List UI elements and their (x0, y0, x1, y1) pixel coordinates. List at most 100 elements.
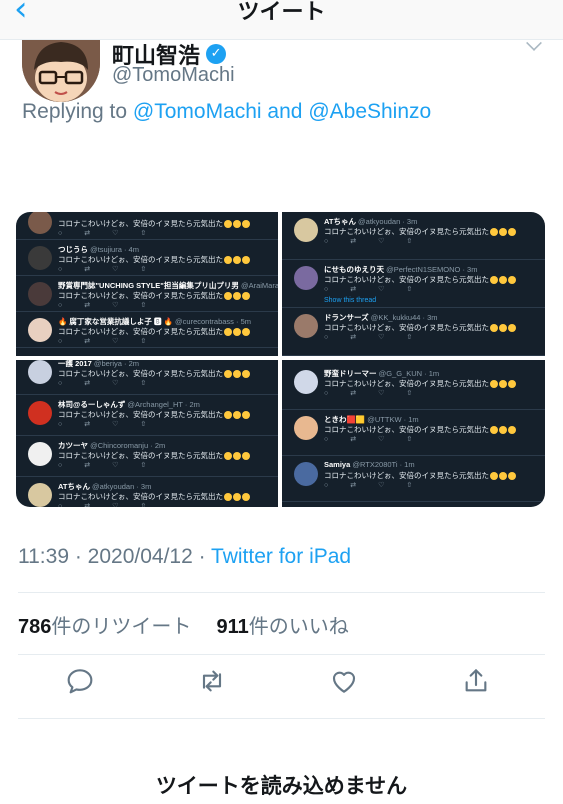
reply-actions-icons: ○⇄♡⇧ (324, 390, 435, 397)
reply-name: ドランサーズ (324, 313, 369, 322)
emoji-icon (499, 228, 507, 237)
emoji-icon (508, 324, 516, 333)
reply-text-content: コロナこわいけどぉ、安倍のイヌ見たら元気出た (324, 471, 489, 480)
reply-name: つじうら (58, 245, 88, 254)
emoji-icon (508, 380, 516, 389)
reply-card: ときわ🟥🟨 @UTTKW · 1m コロナこわいけどぉ、安倍のイヌ見たら元気出た ○… (282, 410, 545, 456)
emoji-icon (224, 370, 232, 379)
emoji-icon (242, 370, 250, 379)
reply-card: 野賞専門誌"UNCHING STYLE"担当編集プリ山プリ男 @AraiMara… (16, 276, 278, 312)
emoji-icon (508, 472, 516, 481)
reply-name: 野蛮ドリーマー (324, 369, 377, 378)
retweet-icon[interactable] (196, 665, 236, 705)
reply-avatar (28, 401, 52, 425)
emoji-icon (233, 220, 241, 229)
reply-avatar (294, 370, 318, 394)
reply-actions-icons: ○⇄♡⇧ (324, 238, 435, 245)
reply-and: and (261, 100, 309, 123)
emoji-icon (233, 493, 241, 502)
media-image-4[interactable]: 野蛮ドリーマー @G_G_KUN · 1m コロナこわいけどぉ、安倍のイヌ見たら元… (282, 360, 545, 507)
avatar[interactable] (22, 40, 100, 102)
like-heart-icon[interactable] (328, 665, 368, 705)
reply-actions-icons: ○⇄♡⇧ (58, 266, 169, 273)
share-icon[interactable] (460, 665, 500, 705)
reply-text-content: コロナこわいけどぉ、安倍のイヌ見たら元気出た (324, 323, 489, 332)
media-image-3[interactable]: 一護 2017 @beriya · 2m コロナこわいけどぉ、安倍のイヌ見たら元気… (16, 360, 278, 507)
action-bar (0, 665, 563, 713)
reply-text-content: コロナこわいけどぉ、安倍のイヌ見たら元気出た (58, 369, 223, 378)
emoji-icon (233, 411, 241, 420)
emoji-icon (224, 328, 232, 337)
emoji-icon (224, 220, 232, 229)
media-image-2[interactable]: ATちゃん @atkyoudan · 3m コロナこわいけどぉ、安倍のイヌ見たら元… (282, 212, 545, 356)
reply-text-content: コロナこわいけどぉ、安倍のイヌ見たら元気出た (324, 227, 489, 236)
emoji-icon (499, 380, 507, 389)
reply-avatar (28, 442, 52, 466)
emoji-icon (490, 228, 498, 237)
reply-text-content: コロナこわいけどぉ、安倍のイヌ見たら元気出た (58, 410, 223, 419)
emoji-icon (499, 472, 507, 481)
reply-text-content: コロナこわいけどぉ、安倍のイヌ見たら元気出た (324, 425, 489, 434)
divider (18, 592, 545, 593)
reply-icon[interactable] (64, 665, 104, 705)
emoji-icon (233, 256, 241, 265)
reply-text: コロナこわいけどぉ、安倍のイヌ見たら元気出た (58, 491, 250, 502)
reply-actions-icons: ○⇄♡⇧ (58, 380, 169, 387)
reply-avatar (28, 246, 52, 270)
reply-actions-icons: ○⇄♡⇧ (58, 421, 169, 428)
reply-text: コロナこわいけどぉ、安倍のイヌ見たら元気出た (58, 409, 250, 420)
reply-text: コロナこわいけどぉ、安倍のイヌ見たら元気出た (58, 290, 250, 301)
likes-label[interactable]: 件のいいね (249, 616, 349, 638)
emoji-icon (242, 452, 250, 461)
divider (18, 718, 545, 719)
emoji-icon (242, 411, 250, 420)
divider (18, 654, 545, 655)
reply-avatar (294, 218, 318, 242)
reply-text: コロナこわいけどぉ、安倍のイヌ見たら元気出た (324, 226, 516, 237)
retweets-count[interactable]: 786 (18, 616, 51, 638)
reply-meta: @Chincoromanju · 2m (90, 441, 166, 450)
reply-meta: @KK_kukku44 · 3m (370, 313, 438, 322)
media-image-1[interactable]: コロナこわいけどぉ、安倍のイヌ見たら元気出た ○⇄♡⇧ つじうら @tsujiura… (16, 212, 278, 356)
emoji-icon (233, 292, 241, 301)
reply-text-content: コロナこわいけどぉ、安倍のイヌ見たら元気出た (58, 219, 223, 228)
emoji-icon (242, 292, 250, 301)
author-handle[interactable]: @TomoMachi (112, 64, 235, 87)
emoji-icon (490, 324, 498, 333)
replying-to: Replying to @TomoMachi and @AbeShinzo (22, 100, 431, 124)
emoji-icon (499, 276, 507, 285)
media-grid[interactable]: コロナこわいけどぉ、安倍のイヌ見たら元気出た ○⇄♡⇧ つじうら @tsujiura… (16, 212, 545, 507)
show-thread-link: Show this thread (324, 297, 377, 304)
emoji-icon (224, 256, 232, 265)
likes-count[interactable]: 911 (217, 616, 249, 638)
emoji-icon (242, 220, 250, 229)
emoji-icon (508, 228, 516, 237)
reply-actions-icons: ○⇄♡⇧ (58, 338, 169, 345)
emoji-icon (233, 452, 241, 461)
tweet-unavailable-notice: ツイートを読み込めません (155, 774, 408, 798)
reply-text: コロナこわいけどぉ、安倍のイヌ見たら元気出た (58, 450, 250, 461)
emoji-icon (233, 370, 241, 379)
reply-meta: @tsujiura · 4m (90, 245, 139, 254)
retweets-label[interactable]: 件のリツイート (51, 616, 191, 638)
emoji-icon (233, 328, 241, 337)
reply-meta: @UTTKW · 1m (367, 415, 419, 424)
emoji-icon (490, 380, 498, 389)
reply-name: 🔥 腐丁家な営業抗議しよ子 🅱 🔥 (58, 317, 173, 326)
reply-text: コロナこわいけどぉ、安倍のイヌ見たら元気出た (324, 322, 516, 333)
reply-user-link-2[interactable]: @AbeShinzo (308, 100, 431, 123)
reply-name: 林司@るーしゃんず (58, 400, 126, 409)
reply-meta: @Archangel_HT · 2m (127, 400, 200, 409)
emoji-icon (242, 493, 250, 502)
reply-text: コロナこわいけどぉ、安倍のイヌ見たら元気出た (324, 274, 516, 285)
reply-avatar (294, 416, 318, 440)
reply-meta: @AraiMara · 4m (240, 281, 278, 290)
reply-avatar (28, 360, 52, 384)
reply-user-link-1[interactable]: @TomoMachi (133, 100, 262, 123)
tweet-source-link[interactable]: Twitter for iPad (211, 545, 351, 568)
reply-meta: @G_G_KUN · 1m (378, 369, 440, 378)
reply-meta: @atkyoudan · 3m (92, 482, 152, 491)
emoji-icon (490, 276, 498, 285)
reply-name: 一護 2017 (58, 360, 92, 368)
reply-text-content: コロナこわいけどぉ、安倍のイヌ見たら元気出た (58, 291, 223, 300)
